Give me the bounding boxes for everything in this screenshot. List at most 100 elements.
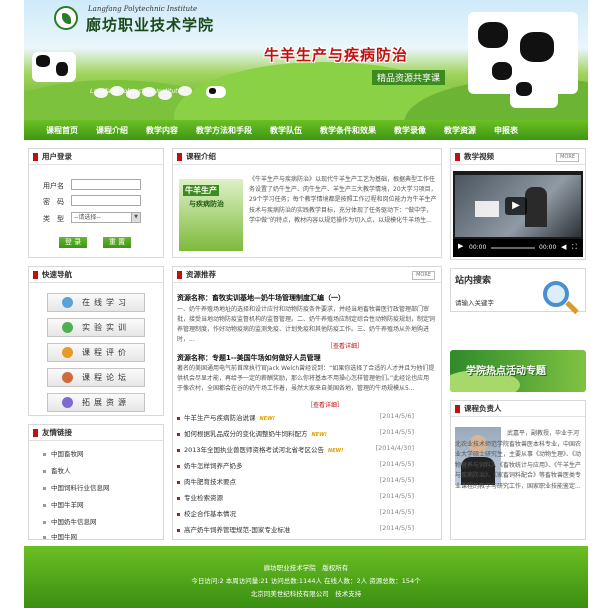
header-banner: Langfang Polytechnic Institute 廊坊职业技术学院 … [24,0,588,120]
quick-nav-online-learning[interactable]: 在线学习 [47,293,145,312]
quick-nav-extended[interactable]: 拓展资源 [47,393,145,412]
chat-icon [62,372,73,383]
news-item[interactable]: 奶牛怎样饲养产奶多 [2014/5/5] [177,460,414,470]
intro-thumbnail-image: 牛羊生产 与疾病防治 [179,179,243,251]
link-item[interactable]: 中国牛羊网 [43,499,84,509]
links-header: 友情链接 [29,425,163,441]
folder-icon [62,397,73,408]
footer-copyright: 廊坊职业技术学院 版权所有 [263,564,349,572]
school-logo [54,6,78,30]
cow-right-calf [510,78,558,108]
nav-team[interactable]: 教学队伍 [270,125,302,136]
username-label: 用户名 [43,182,64,190]
activity-banner[interactable]: 学院热点活动专题 [450,350,586,392]
play-button-icon[interactable]: ▶ [458,242,463,250]
video-seek-bar[interactable] [491,247,535,249]
type-select[interactable]: --请选择-- ▼ [71,212,141,223]
link-item[interactable]: 畜牧人 [43,465,71,475]
resource-1-detail-link[interactable]: ［查看详细］ [327,341,363,350]
search-icon-handle [565,300,579,315]
video-player[interactable]: ▶ ▶ 00:00 00:00 ◀ ⛶ [453,171,583,257]
nav-resources[interactable]: 教学资源 [444,125,476,136]
footer-stats: 今日访问:2 本周访问量:21 访问总数:1144人 在线人数：2人 资源总数：… [191,577,421,585]
search-input[interactable]: 请输入关键字 [455,297,494,307]
more-button[interactable]: MORE [412,271,435,280]
star-icon [62,347,73,358]
news-item[interactable]: 如何根据乳品成分的变化调整奶牛饲料配方 NEW! [2014/5/5] [177,428,414,438]
thumb-title-1: 牛羊生产 [183,185,219,196]
new-badge: NEW! [328,448,344,454]
nav-home[interactable]: 课程首页 [46,125,78,136]
course-subtitle: 精品资源共享课 [372,70,446,85]
quick-nav-header: 快速导航 [29,267,163,283]
news-item[interactable]: 肉牛肥育技术要点 [2014/5/5] [177,476,414,486]
link-item[interactable]: 中国牛网 [43,531,77,541]
news-item[interactable]: 校企合作基本情况 [2014/5/5] [177,508,414,518]
login-header: 用户登录 [29,149,163,165]
resource-1-title[interactable]: 资源名称：畜牧实训基地—奶牛场管理制度汇编（一） [177,293,345,303]
cow-left-image [32,52,76,82]
cow-small-1 [206,86,226,98]
news-item[interactable]: 2013年全国执业兽医师资格考试河北省考区公告 NEW! [2014/4/30] [177,444,414,454]
header-marker-icon [455,152,460,161]
nav-conditions[interactable]: 教学条件和效果 [320,125,376,136]
chevron-down-icon: ▼ [131,213,140,222]
search-title: 站内搜索 [455,276,492,286]
thumb-title-2: 与疾病防治 [189,200,224,208]
resource-2-detail-link[interactable]: ［查看详细］ [307,400,343,409]
school-name-en: Langfang Polytechnic Institute [88,5,198,13]
video-title: 教学视频 [464,152,494,161]
leader-title: 课程负责人 [464,404,502,413]
quick-nav-forum[interactable]: 课程论坛 [47,368,145,387]
link-item[interactable]: 中国饲料行业信息网 [43,482,110,492]
header-marker-icon [33,428,38,437]
header-marker-icon [177,152,182,161]
new-badge: NEW! [311,432,327,438]
news-item[interactable]: 高产奶牛饲养管理规范-国家专业标准 [2014/5/5] [177,524,414,534]
username-input[interactable] [71,179,141,190]
footer-support: 北京同美世纪科技有限公司 技术支持 [250,590,362,598]
quick-nav-lab-training[interactable]: 实验实训 [47,318,145,337]
fullscreen-icon[interactable]: ⛶ [572,243,577,252]
nav-videos[interactable]: 教学录像 [394,125,426,136]
video-time-total: 00:00 [539,244,557,251]
school-name-cn: 廊坊职业技术学院 [86,16,215,34]
link-item[interactable]: 中国畜牧网 [43,448,84,458]
news-item[interactable]: 专业检索资源 [2014/5/5] [177,492,414,502]
leader-panel: 课程负责人 武嘉平，副教授，毕业于河北农业技术师范学院畜牧兽医本科专业，中国农业… [450,400,586,540]
play-icon[interactable]: ▶ [505,197,527,215]
video-header: 教学视频 MORE [451,149,585,165]
reset-button[interactable]: 重 置 [103,237,131,248]
news-item[interactable]: 牛羊生产与疾病防治说课 NEW! [2014/5/6] [177,412,414,422]
quick-nav-title: 快速导航 [42,270,72,279]
login-panel: 用户登录 用户名 密 码 类 型 --请选择-- ▼ 登 录 重 置 [28,148,164,258]
nav-content[interactable]: 教学内容 [146,125,178,136]
password-input[interactable] [71,195,141,206]
video-time-current: 00:00 [469,244,487,251]
main-nav: 课程首页 课程介绍 教学内容 教学方法和手段 教学队伍 教学条件和效果 教学录像… [24,120,588,140]
volume-icon[interactable]: ◀ [561,243,566,251]
course-title: 牛羊生产与疾病防治 [264,46,409,64]
header-marker-icon [177,270,182,279]
resources-title: 资源推荐 [186,270,216,279]
banner-school-en: Langfang Polytechnic Institute [90,88,182,95]
resources-header: 资源推荐 MORE [173,267,441,283]
nav-methods[interactable]: 教学方法和手段 [196,125,252,136]
header-marker-icon [33,270,38,279]
intro-panel: 课程介绍 牛羊生产 与疾病防治 《牛羊生产与疾病防治》以现代牛羊生产工艺为基础，… [172,148,442,258]
leader-header: 课程负责人 [451,401,585,417]
resource-2-title[interactable]: 资源名称：专题1--美国牛场如何做好人员管理 [177,353,321,363]
intro-header: 课程介绍 [173,149,441,165]
quick-nav-panel: 快速导航 在线学习 实验实训 课程评价 课程论坛 拓展资源 [28,266,164,416]
new-badge: NEW! [259,416,275,422]
link-item[interactable]: 中国奶牛信息网 [43,516,97,526]
nav-intro[interactable]: 课程介绍 [96,125,128,136]
nav-application[interactable]: 申报表 [494,125,518,136]
quick-nav-evaluation[interactable]: 课程评价 [47,343,145,362]
more-button[interactable]: MORE [556,153,579,162]
video-panel: 教学视频 MORE ▶ ▶ 00:00 00:00 ◀ ⛶ [450,148,586,260]
resource-2-text: 著名的美国通用电气前首席执行官Jack Welch曾经说到：“如果你选择了合适的… [177,365,435,392]
search-panel: 站内搜索 请输入关键字 [450,268,586,315]
login-button[interactable]: 登 录 [59,237,87,248]
type-label: 类 型 [43,215,64,223]
